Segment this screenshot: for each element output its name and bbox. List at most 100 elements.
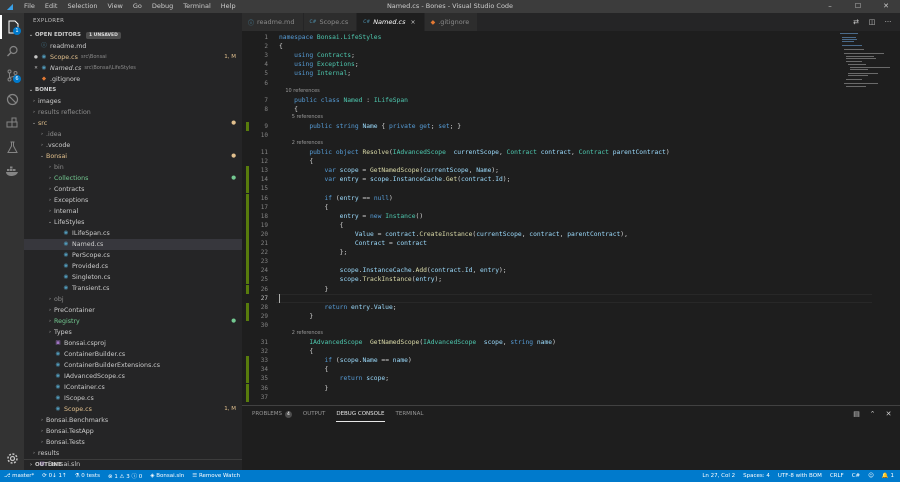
tree-folder[interactable]: › PreContainer [24,305,242,316]
code-line[interactable]: 11 public object Resolve(IAdvancedScope … [242,148,842,157]
tree-folder[interactable]: › results reflection [24,107,242,118]
code-text[interactable]: Contract = contract [279,239,427,248]
code-line[interactable]: 23 [242,257,842,267]
line-ending[interactable]: CRLF [830,473,844,479]
tree-folder[interactable]: › Bonsai.Benchmarks [24,415,242,426]
minimize-icon[interactable]: – [816,0,844,13]
code-line[interactable]: 2{ [242,42,842,51]
tree-folder[interactable]: › Bonsai.TestApp [24,426,242,437]
code-line[interactable]: 6 [242,79,842,88]
code-line[interactable]: 25 scope.TrackInstance(entry); [242,275,842,285]
tree-folder[interactable]: ⌄ Bonsai ● [24,151,242,162]
workspace-header[interactable]: ⌄ BONES [24,85,242,96]
code-line[interactable]: 14 var entry = scope.InstanceCache.Get(c… [242,175,842,185]
code-text[interactable]: using Contracts; [279,51,355,60]
code-line[interactable]: 30 [242,321,842,330]
code-line[interactable]: 34 { [242,365,842,375]
code-text[interactable]: { [279,42,283,51]
open-editors-header[interactable]: ⌄ OPEN EDITORS 1 UNSAVED [24,30,242,41]
code-line[interactable]: 18 entry = new Instance() [242,211,842,221]
code-line[interactable]: 15 [242,184,842,194]
menu-item-help[interactable]: Help [216,0,241,13]
test-status[interactable]: ⚗ 0 tests [75,473,100,479]
menu-item-edit[interactable]: Edit [40,0,63,13]
codelens-text[interactable]: 2 references [279,140,323,147]
split-editor-icon[interactable]: ◫ [866,16,878,28]
panel-tab-terminal[interactable]: TERMINAL [396,406,424,422]
extensions-icon[interactable] [0,111,24,135]
open-editor-item[interactable]: ● ◉ Scope.cs src\Bonsai 1, M [24,52,242,63]
tree-folder[interactable]: › .vscode [24,140,242,151]
tree-folder[interactable]: › obj [24,294,242,305]
code-text[interactable]: { [279,203,328,212]
codelens-text[interactable]: 5 references [279,114,323,121]
code-text[interactable]: { [279,221,344,230]
close-icon[interactable]: × [411,19,416,26]
open-changes-icon[interactable]: ⇄ [850,16,862,28]
code-text[interactable]: var scope = GetNamedScope(currentScope, … [279,166,499,175]
tree-file[interactable]: ◉ Singleton.cs [24,272,242,283]
codelens-references[interactable]: 5 references [242,114,842,121]
open-editor-item[interactable]: ✕ ◉ Named.cs src\Bonsai\LifeStyles [24,63,242,74]
open-editor-item[interactable]: ◆ .gitignore [24,74,242,85]
open-editor-item[interactable]: ⓘ readme.md [24,41,242,52]
code-text[interactable]: { [279,347,313,356]
maximize-icon[interactable]: ☐ [844,0,872,13]
tab-gitignore[interactable]: ◆ .gitignore [424,13,479,31]
tree-folder[interactable]: › Contracts [24,184,242,195]
tree-file[interactable]: ◉ PerScope.cs [24,250,242,261]
tree-file[interactable]: ◉ ContainerBuilder.cs [24,349,242,360]
code-editor[interactable]: 1 namespace Bonsai.LifeStyles 2{3 using Co… [242,31,900,405]
code-text[interactable]: return entry.Value; [279,303,397,312]
tree-folder[interactable]: › Exceptions [24,195,242,206]
code-line[interactable]: 21 Contract = contract [242,239,842,248]
code-text[interactable]: public string Name { private get; set; } [279,122,461,131]
code-text[interactable]: } [279,285,328,294]
code-line[interactable]: 1 namespace Bonsai.LifeStyles [242,33,842,42]
menu-item-terminal[interactable]: Terminal [178,0,215,13]
code-line[interactable]: 36 } [242,383,842,393]
code-text[interactable]: using Internal; [279,69,351,78]
code-text[interactable]: }; [279,248,348,257]
menu-item-go[interactable]: Go [128,0,147,13]
tree-folder[interactable]: › bin [24,162,242,173]
code-line[interactable]: 31 IAdvancedScope GetNamedScope(IAdvance… [242,338,842,347]
tree-folder[interactable]: › Internal [24,206,242,217]
test-flask-icon[interactable] [0,135,24,159]
unsaved-dot-icon[interactable]: ● [32,52,40,63]
code-line[interactable]: 33 if (scope.Name == name) [242,356,842,366]
code-text[interactable]: { [279,365,328,374]
sync-status[interactable]: ⟳ 0↓ 1↑ [42,473,66,479]
code-line[interactable]: 24 scope.InstanceCache.Add(contract.Id, … [242,266,842,276]
cursor-position[interactable]: Ln 27, Col 2 [702,473,735,479]
codelens-references[interactable]: 2 references [242,330,842,337]
code-line[interactable]: 32 { [242,347,842,356]
code-line[interactable]: 9 public string Name { private get; set;… [242,121,842,131]
code-line[interactable]: 16 if (entry == null) [242,193,842,203]
codelens-text[interactable]: 2 references [279,330,323,337]
outline-header[interactable]: › OUTLINE [24,459,242,470]
menu-item-file[interactable]: File [19,0,40,13]
tree-file[interactable]: ◉ Transient.cs [24,283,242,294]
code-line[interactable]: 7 public class Named : ILifeSpan [242,96,842,105]
code-line[interactable]: 3 using Contracts; [242,51,842,60]
code-line[interactable]: 26 } [242,284,842,294]
debug-icon[interactable] [0,87,24,111]
tree-folder[interactable]: ⌄ src ● [24,118,242,129]
feedback-icon[interactable]: ☺ [868,473,874,479]
code-line[interactable]: 13 var scope = GetNamedScope(currentScop… [242,166,842,176]
codelens-text[interactable]: 10 references [279,88,319,95]
tree-file[interactable]: ◉ IAdvancedScope.cs [24,371,242,382]
docker-icon[interactable] [0,159,24,183]
explorer-icon[interactable]: 1 [0,15,24,39]
code-text[interactable]: scope.InstanceCache.Add(contract.Id, ent… [279,266,507,275]
code-line[interactable]: 5 using Internal; [242,69,842,78]
more-actions-icon[interactable]: ··· [882,16,894,28]
tree-folder[interactable]: › results [24,448,242,459]
code-line[interactable]: 27 [242,293,872,303]
language-mode[interactable]: C# [852,473,860,479]
tree-folder[interactable]: › Registry ● [24,316,242,327]
indentation[interactable]: Spaces: 4 [743,473,770,479]
code-text[interactable]: if (entry == null) [279,194,393,203]
git-branch[interactable]: ⎇ master* [4,473,34,479]
